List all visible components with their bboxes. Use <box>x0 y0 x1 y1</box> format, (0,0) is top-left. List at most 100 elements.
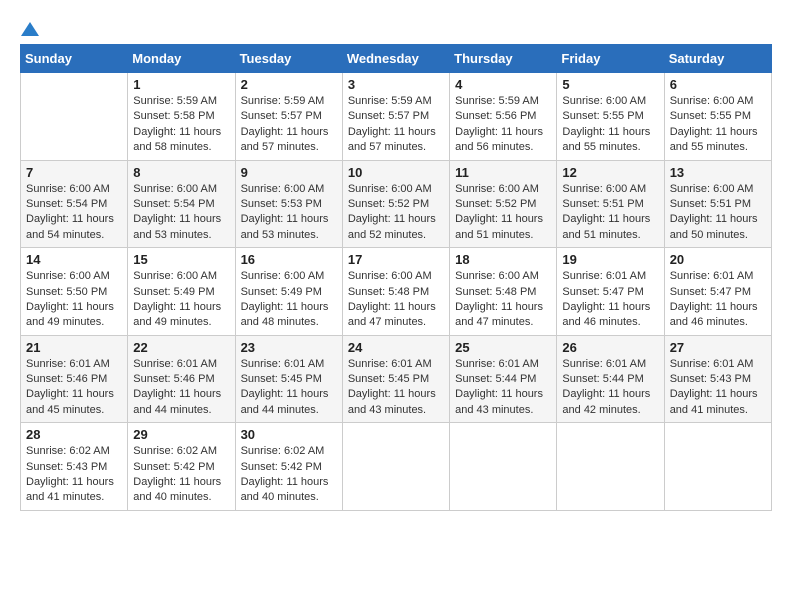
day-number: 15 <box>133 252 229 267</box>
calendar-week-row: 14 Sunrise: 6:00 AMSunset: 5:50 PMDayligh… <box>21 248 772 336</box>
day-info: Sunrise: 6:00 AMSunset: 5:51 PMDaylight:… <box>562 182 658 244</box>
calendar-cell: 29 Sunrise: 6:02 AMSunset: 5:42 PMDayligh… <box>128 423 235 511</box>
day-info: Sunrise: 5:59 AMSunset: 5:58 PMDaylight:… <box>133 94 229 156</box>
day-info: Sunrise: 6:01 AMSunset: 5:47 PMDaylight:… <box>670 269 766 331</box>
day-info: Sunrise: 6:00 AMSunset: 5:50 PMDaylight:… <box>26 269 122 331</box>
logo-triangle-icon <box>21 20 39 38</box>
day-number: 12 <box>562 165 658 180</box>
calendar-cell: 1Sunrise: 5:59 AMSunset: 5:58 PMDaylight… <box>128 73 235 161</box>
calendar-cell <box>557 423 664 511</box>
calendar-cell: 22 Sunrise: 6:01 AMSunset: 5:46 PMDayligh… <box>128 335 235 423</box>
day-of-week-header: Sunday <box>21 45 128 73</box>
calendar-cell: 17Sunrise: 6:00 AMSunset: 5:48 PMDayligh… <box>342 248 449 336</box>
day-info: Sunrise: 6:00 AMSunset: 5:54 PMDaylight:… <box>26 182 122 244</box>
day-number: 18 <box>455 252 551 267</box>
day-number: 21 <box>26 340 122 355</box>
day-info: Sunrise: 6:01 AMSunset: 5:46 PMDaylight:… <box>133 357 229 419</box>
calendar-week-row: 7 Sunrise: 6:00 AMSunset: 5:54 PMDaylight… <box>21 160 772 248</box>
calendar-cell <box>450 423 557 511</box>
calendar-cell: 15 Sunrise: 6:00 AMSunset: 5:49 PMDayligh… <box>128 248 235 336</box>
calendar-cell: 6 Sunrise: 6:00 AMSunset: 5:55 PMDaylight… <box>664 73 771 161</box>
day-number: 14 <box>26 252 122 267</box>
day-info: Sunrise: 6:00 AMSunset: 5:53 PMDaylight:… <box>241 182 337 244</box>
day-info: Sunrise: 6:00 AMSunset: 5:52 PMDaylight:… <box>348 182 444 244</box>
day-info: Sunrise: 6:00 AMSunset: 5:51 PMDaylight:… <box>670 182 766 244</box>
day-info: Sunrise: 5:59 AMSunset: 5:56 PMDaylight:… <box>455 94 551 156</box>
calendar-cell: 14 Sunrise: 6:00 AMSunset: 5:50 PMDayligh… <box>21 248 128 336</box>
day-of-week-header: Friday <box>557 45 664 73</box>
calendar-table: SundayMondayTuesdayWednesdayThursdayFrid… <box>20 44 772 511</box>
day-number: 26 <box>562 340 658 355</box>
day-of-week-header: Monday <box>128 45 235 73</box>
day-info: Sunrise: 6:02 AMSunset: 5:42 PMDaylight:… <box>241 444 337 506</box>
day-number: 10 <box>348 165 444 180</box>
day-number: 30 <box>241 427 337 442</box>
day-of-week-header: Saturday <box>664 45 771 73</box>
calendar-cell: 13 Sunrise: 6:00 AMSunset: 5:51 PMDayligh… <box>664 160 771 248</box>
day-number: 25 <box>455 340 551 355</box>
day-info: Sunrise: 5:59 AMSunset: 5:57 PMDaylight:… <box>348 94 444 156</box>
calendar-cell: 3Sunrise: 5:59 AMSunset: 5:57 PMDaylight… <box>342 73 449 161</box>
calendar-cell <box>21 73 128 161</box>
day-info: Sunrise: 6:00 AMSunset: 5:55 PMDaylight:… <box>670 94 766 156</box>
calendar-cell: 11Sunrise: 6:00 AMSunset: 5:52 PMDayligh… <box>450 160 557 248</box>
calendar-cell: 8Sunrise: 6:00 AMSunset: 5:54 PMDaylight… <box>128 160 235 248</box>
page-header <box>20 20 772 34</box>
day-info: Sunrise: 6:00 AMSunset: 5:49 PMDaylight:… <box>241 269 337 331</box>
day-number: 7 <box>26 165 122 180</box>
day-number: 29 <box>133 427 229 442</box>
calendar-cell: 4 Sunrise: 5:59 AMSunset: 5:56 PMDaylight… <box>450 73 557 161</box>
calendar-week-row: 28 Sunrise: 6:02 AMSunset: 5:43 PMDayligh… <box>21 423 772 511</box>
day-info: Sunrise: 6:01 AMSunset: 5:45 PMDaylight:… <box>241 357 337 419</box>
day-number: 19 <box>562 252 658 267</box>
day-info: Sunrise: 6:00 AMSunset: 5:48 PMDaylight:… <box>348 269 444 331</box>
day-number: 6 <box>670 77 766 92</box>
day-number: 5 <box>562 77 658 92</box>
calendar-cell: 9Sunrise: 6:00 AMSunset: 5:53 PMDaylight… <box>235 160 342 248</box>
day-info: Sunrise: 6:01 AMSunset: 5:43 PMDaylight:… <box>670 357 766 419</box>
day-number: 28 <box>26 427 122 442</box>
calendar-cell: 16 Sunrise: 6:00 AMSunset: 5:49 PMDayligh… <box>235 248 342 336</box>
day-number: 22 <box>133 340 229 355</box>
logo <box>20 20 40 34</box>
day-info: Sunrise: 6:01 AMSunset: 5:46 PMDaylight:… <box>26 357 122 419</box>
day-info: Sunrise: 6:00 AMSunset: 5:48 PMDaylight:… <box>455 269 551 331</box>
day-info: Sunrise: 6:00 AMSunset: 5:52 PMDaylight:… <box>455 182 551 244</box>
day-number: 2 <box>241 77 337 92</box>
calendar-cell: 25 Sunrise: 6:01 AMSunset: 5:44 PMDayligh… <box>450 335 557 423</box>
calendar-cell: 27 Sunrise: 6:01 AMSunset: 5:43 PMDayligh… <box>664 335 771 423</box>
day-number: 20 <box>670 252 766 267</box>
calendar-week-row: 21 Sunrise: 6:01 AMSunset: 5:46 PMDayligh… <box>21 335 772 423</box>
day-number: 4 <box>455 77 551 92</box>
day-info: Sunrise: 6:01 AMSunset: 5:44 PMDaylight:… <box>562 357 658 419</box>
calendar-cell: 10 Sunrise: 6:00 AMSunset: 5:52 PMDayligh… <box>342 160 449 248</box>
calendar-cell: 7 Sunrise: 6:00 AMSunset: 5:54 PMDaylight… <box>21 160 128 248</box>
calendar-cell: 2 Sunrise: 5:59 AMSunset: 5:57 PMDaylight… <box>235 73 342 161</box>
day-number: 16 <box>241 252 337 267</box>
calendar-cell: 18 Sunrise: 6:00 AMSunset: 5:48 PMDayligh… <box>450 248 557 336</box>
calendar-week-row: 1Sunrise: 5:59 AMSunset: 5:58 PMDaylight… <box>21 73 772 161</box>
day-number: 24 <box>348 340 444 355</box>
calendar-cell: 21 Sunrise: 6:01 AMSunset: 5:46 PMDayligh… <box>21 335 128 423</box>
calendar-cell: 12 Sunrise: 6:00 AMSunset: 5:51 PMDayligh… <box>557 160 664 248</box>
calendar-cell: 24 Sunrise: 6:01 AMSunset: 5:45 PMDayligh… <box>342 335 449 423</box>
calendar-header-row: SundayMondayTuesdayWednesdayThursdayFrid… <box>21 45 772 73</box>
day-info: Sunrise: 6:01 AMSunset: 5:45 PMDaylight:… <box>348 357 444 419</box>
calendar-cell: 23Sunrise: 6:01 AMSunset: 5:45 PMDayligh… <box>235 335 342 423</box>
day-of-week-header: Thursday <box>450 45 557 73</box>
calendar-cell: 19 Sunrise: 6:01 AMSunset: 5:47 PMDayligh… <box>557 248 664 336</box>
day-info: Sunrise: 6:02 AMSunset: 5:42 PMDaylight:… <box>133 444 229 506</box>
calendar-cell: 26 Sunrise: 6:01 AMSunset: 5:44 PMDayligh… <box>557 335 664 423</box>
day-info: Sunrise: 6:01 AMSunset: 5:47 PMDaylight:… <box>562 269 658 331</box>
calendar-cell: 30 Sunrise: 6:02 AMSunset: 5:42 PMDayligh… <box>235 423 342 511</box>
day-number: 8 <box>133 165 229 180</box>
day-number: 27 <box>670 340 766 355</box>
calendar-cell: 20 Sunrise: 6:01 AMSunset: 5:47 PMDayligh… <box>664 248 771 336</box>
day-of-week-header: Wednesday <box>342 45 449 73</box>
day-number: 13 <box>670 165 766 180</box>
day-info: Sunrise: 6:02 AMSunset: 5:43 PMDaylight:… <box>26 444 122 506</box>
day-info: Sunrise: 5:59 AMSunset: 5:57 PMDaylight:… <box>241 94 337 156</box>
day-info: Sunrise: 6:00 AMSunset: 5:49 PMDaylight:… <box>133 269 229 331</box>
calendar-cell: 28 Sunrise: 6:02 AMSunset: 5:43 PMDayligh… <box>21 423 128 511</box>
day-info: Sunrise: 6:01 AMSunset: 5:44 PMDaylight:… <box>455 357 551 419</box>
